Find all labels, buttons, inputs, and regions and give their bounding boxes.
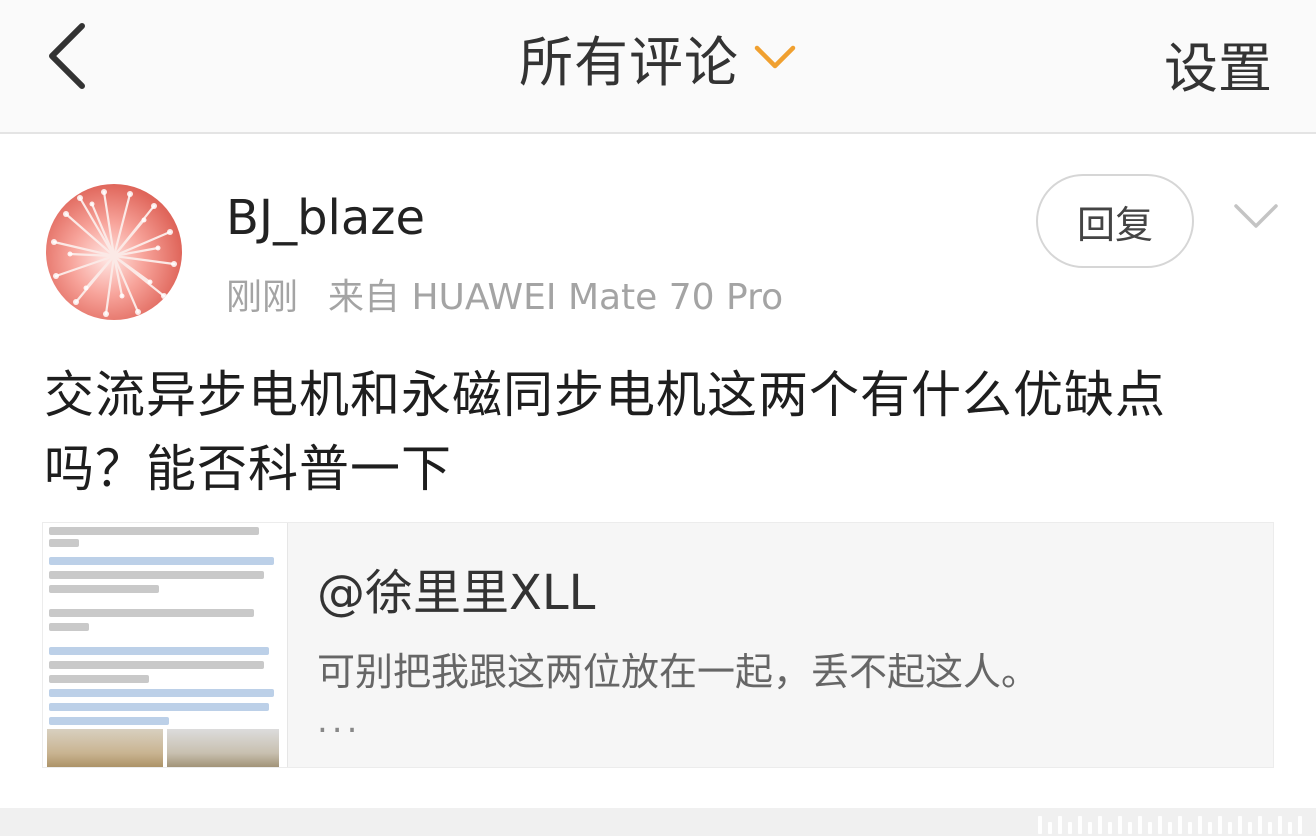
quoted-post-thumbnail bbox=[43, 523, 288, 767]
quoted-author: @徐里里XLL bbox=[317, 565, 596, 621]
comment-time: 刚刚 bbox=[226, 277, 299, 318]
comment-text: 交流异步电机和永磁同步电机这两个有什么优缺点吗？能否科普一下 bbox=[44, 366, 1166, 498]
comment-source: 来自 HUAWEI Mate 70 Pro bbox=[328, 277, 784, 318]
quoted-ellipsis: ... bbox=[317, 701, 362, 741]
chevron-down-icon bbox=[754, 45, 796, 69]
comment-filter-dropdown[interactable]: 所有评论 bbox=[519, 18, 797, 97]
settings-button[interactable]: 设置 bbox=[1164, 24, 1272, 103]
avatar[interactable] bbox=[46, 184, 182, 320]
chevron-down-icon bbox=[1234, 204, 1278, 228]
quoted-text: 可别把我跟这两位放在一起，丢不起这人。 bbox=[317, 650, 1040, 694]
avatar-image bbox=[51, 189, 177, 317]
reply-button[interactable]: 回复 bbox=[1036, 174, 1194, 268]
page-title: 所有评论 bbox=[519, 30, 739, 94]
top-bar: 所有评论 设置 bbox=[0, 0, 1316, 134]
quoted-post-card[interactable]: @徐里里XLL 可别把我跟这两位放在一起，丢不起这人。 ... bbox=[42, 522, 1274, 768]
comment-more-button[interactable] bbox=[1232, 200, 1280, 234]
username[interactable]: BJ_blaze bbox=[226, 190, 425, 246]
watermark-decoration bbox=[1038, 812, 1302, 834]
comment-meta: 刚刚 来自 HUAWEI Mate 70 Pro bbox=[226, 268, 783, 320]
